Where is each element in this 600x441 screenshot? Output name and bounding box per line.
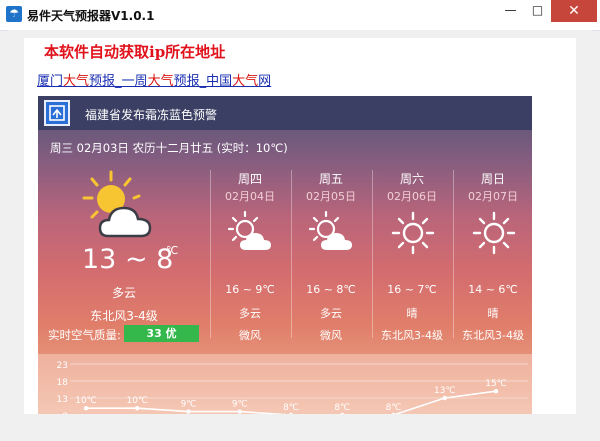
chart-data-label: 13℃ [434, 386, 456, 396]
temperature-chart-svg: 23 18 13 8 10℃ 10℃ 9℃ 9℃ 8℃ 8℃ 8℃ 13℃ 15℃ [57, 361, 528, 414]
chart-point [135, 406, 140, 411]
day-condition: 晴 [406, 307, 418, 320]
sun-icon [391, 211, 435, 255]
alert-bar[interactable]: 福建省发布霜冻蓝色预警 [38, 96, 532, 130]
maximize-button[interactable]: □ [524, 0, 551, 22]
alert-text: 福建省发布霜冻蓝色预警 [85, 108, 218, 122]
day-date: 02月04日 [225, 190, 275, 203]
chart-point [493, 389, 499, 394]
chart-y-tick: 18 [57, 378, 69, 388]
link-segment: 网 [258, 74, 272, 89]
chart-point [442, 395, 447, 401]
today-condition: 多云 [111, 286, 136, 300]
weather-site-link[interactable]: 厦门大气预报_一周大气预报_中国大气网 [37, 70, 271, 89]
day-temp-range: 16 ~ 7℃ [387, 283, 437, 296]
day-condition: 多云 [320, 307, 342, 320]
day-temp-range: 16 ~ 9℃ [225, 283, 275, 296]
chart-data-label: 15℃ [485, 379, 507, 389]
chart-point [186, 409, 191, 414]
sun-icon [472, 211, 516, 255]
sun-cloud-icon [309, 210, 352, 250]
link-segment: 预报 [173, 74, 200, 89]
close-button[interactable]: ✕ [551, 0, 597, 22]
chart-y-tick: 13 [57, 395, 68, 405]
link-segment: 大气 [232, 74, 259, 89]
forecast-day: 周六 02月06日 16 ~ 7℃ 晴 东北风3-4级 [372, 170, 452, 342]
link-segment: 大气 [63, 74, 90, 89]
weather-widget: 福建省发布霜冻蓝色预警 周三 02月03日 农历十二月廿五 (实时：10℃) 1… [38, 96, 532, 414]
minimize-button[interactable]: — [497, 0, 524, 22]
aqi-label: 实时空气质量: [48, 328, 121, 342]
day-name: 周六 [399, 172, 424, 186]
forecast-day: 周四 02月04日 16 ~ 9℃ 多云 微风 [210, 170, 290, 342]
link-segment: 厦门 [37, 74, 64, 89]
chart-data-label: 10℃ [126, 396, 148, 406]
day-condition: 多云 [239, 307, 261, 320]
app-weather-icon: ☂ [6, 6, 22, 22]
sun-cloud-icon [228, 210, 271, 250]
chart-point [237, 409, 242, 414]
today-temp-range: 13 ~ 8 [82, 244, 174, 275]
day-wind: 东北风3-4级 [381, 329, 443, 342]
link-segment: _中国 [199, 74, 233, 89]
sun-cloud-icon [82, 170, 152, 238]
chart-y-tick: 23 [57, 361, 68, 371]
chart-point [83, 406, 89, 411]
title-bar: ☂ 易件天气预报器V1.0.1 — □ ✕ [0, 0, 600, 31]
link-segment: _一周 [115, 74, 148, 89]
chart-data-label: 9℃ [232, 400, 248, 410]
day-name: 周日 [480, 172, 505, 186]
current-date-line: 周三 02月03日 农历十二月廿五 (实时：10℃) [50, 141, 288, 155]
day-temp-range: 14 ~ 6℃ [468, 283, 518, 296]
day-temp-range: 16 ~ 8℃ [306, 283, 356, 296]
today-wind: 东北风3-4级 [90, 309, 158, 323]
day-condition: 晴 [487, 307, 499, 320]
day-wind: 微风 [239, 329, 261, 342]
chart-data-label: 10℃ [75, 396, 97, 406]
chart-data-label: 8℃ [386, 403, 402, 413]
chart-y-tick: 8 [62, 412, 68, 414]
day-date: 02月05日 [306, 190, 356, 203]
alert-icon [44, 100, 70, 126]
forecast-day: 周日 02月07日 14 ~ 6℃ 晴 东北风3-4级 [453, 170, 532, 342]
forecast-day: 周五 02月05日 16 ~ 8℃ 多云 微风 [291, 170, 371, 342]
chart-data-label: 9℃ [181, 400, 197, 410]
aqi-badge: 33 优 [124, 325, 199, 342]
chart-data-label: 8℃ [283, 403, 299, 413]
chart-data-label: 8℃ [334, 403, 350, 413]
day-date: 02月06日 [387, 190, 437, 203]
auto-location-notice: 本软件自动获取ip所在地址 [44, 43, 226, 61]
day-name: 周五 [318, 172, 343, 186]
day-wind: 微风 [320, 329, 342, 342]
temperature-chart: 23 18 13 8 10℃ 10℃ 9℃ 9℃ 8℃ 8℃ 8℃ 13℃ 15℃ [38, 354, 532, 414]
window-title: 易件天气预报器V1.0.1 [27, 9, 155, 23]
today-temp-unit: ℃ [166, 244, 179, 257]
link-segment: 大气 [147, 74, 174, 89]
day-wind: 东北风3-4级 [462, 329, 524, 342]
link-segment: 预报 [89, 74, 116, 89]
day-name: 周四 [237, 172, 262, 186]
day-date: 02月07日 [468, 190, 518, 203]
